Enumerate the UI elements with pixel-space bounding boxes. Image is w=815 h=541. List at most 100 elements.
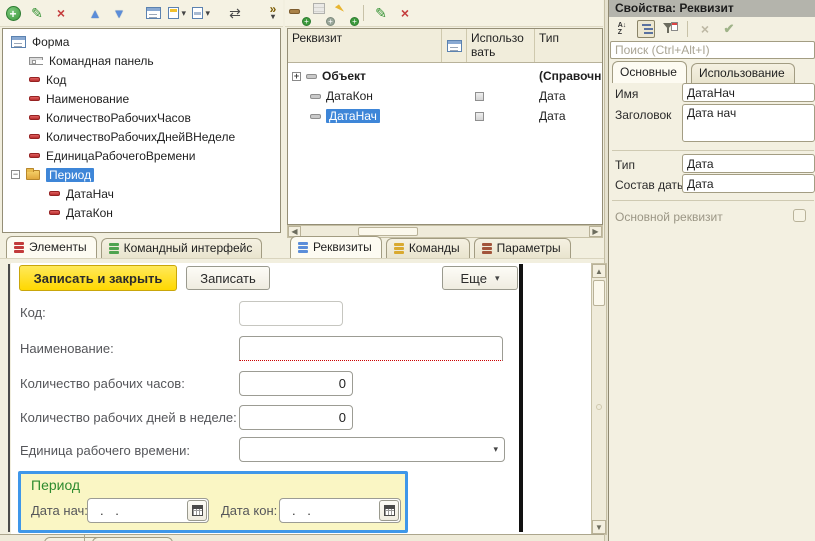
calendar-icon: [192, 505, 203, 516]
edit-icon[interactable]: ✎: [28, 3, 46, 23]
object-icon: [306, 74, 317, 79]
scroll-down-icon[interactable]: ▼: [592, 520, 606, 534]
tree-item-period[interactable]: − Период: [3, 165, 280, 184]
folder-icon: [26, 170, 40, 180]
column-header-attribute: Реквизит: [288, 29, 442, 62]
tree-item-datanach[interactable]: ДатаНач: [3, 184, 280, 203]
save-button[interactable]: Записать: [186, 266, 270, 290]
field-icon: [29, 115, 40, 120]
name-input[interactable]: [239, 336, 503, 361]
commands-stack-icon: [394, 242, 404, 255]
add-attribute-icon[interactable]: +: [289, 3, 307, 23]
period-group-title: Период: [31, 477, 80, 493]
move-down-icon[interactable]: ▼: [110, 3, 128, 23]
preview-form-icon[interactable]: ▾: [168, 3, 186, 23]
move-up-icon[interactable]: ▲: [86, 3, 104, 23]
command-interface-stack-icon: [109, 242, 119, 255]
scroll-up-icon[interactable]: ▲: [592, 264, 606, 278]
column-header-form-icon: [442, 29, 467, 62]
attribute-name: Объект: [322, 69, 366, 83]
unit-combobox[interactable]: ▾: [239, 437, 505, 462]
add-object-attribute-icon[interactable]: +: [337, 3, 355, 23]
tab-modul[interactable]: Модуль: [92, 537, 173, 541]
expand-icon[interactable]: +: [292, 72, 301, 81]
tree-item-datakon[interactable]: ДатаКон: [3, 203, 280, 222]
use-checkbox[interactable]: [475, 92, 484, 101]
field-icon: [29, 77, 40, 82]
tree-item-form[interactable]: Форма: [3, 32, 280, 51]
tree-item-label: ЕдиницаРабочегоВремени: [46, 149, 195, 163]
date-start-calendar-button[interactable]: [187, 500, 207, 521]
tree-item-command-bar[interactable]: Командная панель: [3, 51, 280, 70]
title-property-input[interactable]: Дата нач: [682, 104, 815, 142]
toolbar-separator: [687, 21, 688, 37]
check-elements-icon[interactable]: [144, 3, 162, 23]
add-tabular-section-icon[interactable]: +: [313, 3, 331, 23]
tab-label: Основные: [620, 65, 677, 79]
tab-ispolzovanie[interactable]: Использование: [691, 63, 795, 83]
use-checkbox[interactable]: [475, 112, 484, 121]
tree-item-naimenovanie[interactable]: Наименование: [3, 89, 280, 108]
days-input[interactable]: 0: [239, 405, 353, 430]
collapse-icon[interactable]: −: [11, 170, 20, 179]
tab-komandny-interfeys[interactable]: Командный интерфейс: [101, 238, 263, 258]
column-header-type: Тип: [535, 29, 602, 62]
more-icon[interactable]: »▾: [264, 3, 282, 23]
table-row-datakon[interactable]: ДатаКон Дата: [288, 86, 602, 106]
tab-osnovnye[interactable]: Основные: [612, 61, 687, 83]
swap-order-icon[interactable]: ⇄: [226, 3, 244, 23]
more-button[interactable]: Еще▾: [442, 266, 518, 290]
group-by-category-icon[interactable]: [637, 20, 655, 38]
form-left-edge-handle[interactable]: [8, 264, 10, 532]
tree-item-kolichestvo-chasov[interactable]: КоличествоРабочихЧасов: [3, 108, 280, 127]
type-property-input[interactable]: Дата: [682, 154, 815, 173]
save-label: Записать: [200, 271, 256, 286]
sort-alphabetical-icon[interactable]: A↓Z: [613, 19, 631, 39]
vscroll-thumb[interactable]: [593, 280, 605, 306]
scroll-right-icon[interactable]: ▶: [589, 226, 602, 237]
search-input[interactable]: [610, 41, 815, 59]
tab-komandy[interactable]: Команды: [386, 238, 470, 258]
delete-icon[interactable]: ×: [52, 3, 70, 23]
tree-item-label: КоличествоРабочихЧасов: [46, 111, 191, 125]
cancel-icon[interactable]: ×: [696, 19, 714, 39]
name-property-label: Имя: [615, 87, 638, 101]
main-attribute-checkbox[interactable]: [793, 209, 806, 222]
date-parts-property-label: Состав даты: [615, 178, 686, 192]
date-end-calendar-button[interactable]: [379, 500, 399, 521]
tab-parametry[interactable]: Параметры: [474, 238, 571, 258]
save-close-button[interactable]: Записать и закрыть: [19, 265, 177, 291]
tab-rekvizity[interactable]: Реквизиты: [290, 236, 382, 258]
tab-label: Реквизиты: [313, 240, 372, 254]
tree-item-kolichestvo-dnei[interactable]: КоличествоРабочихДнейВНеделе: [3, 127, 280, 146]
tab-divider: [84, 535, 85, 541]
date-parts-property-input[interactable]: Дата: [682, 174, 815, 193]
tab-elementy[interactable]: Элементы: [6, 236, 97, 258]
code-input[interactable]: [239, 301, 343, 326]
form-vscrollbar[interactable]: ▲ ▼: [591, 263, 607, 535]
table-row-obyekt[interactable]: +Объект (Справочни: [288, 66, 602, 86]
tree-item-edinitsa[interactable]: ЕдиницаРабочегоВремени: [3, 146, 280, 165]
attribute-name: ДатаКон: [326, 89, 373, 103]
tree-item-label: Форма: [32, 35, 69, 49]
toolbar-separator: [363, 5, 364, 21]
form-width-handle[interactable]: [519, 264, 523, 532]
hours-input[interactable]: 0: [239, 371, 353, 396]
add-icon[interactable]: +: [4, 3, 22, 23]
edit-icon[interactable]: ✎: [372, 3, 390, 23]
form-canvas: Записать и закрыть Записать Еще▾ Код: На…: [11, 263, 591, 534]
attributes-panel-tabs: Реквизиты Команды Параметры: [290, 236, 571, 258]
delete-icon[interactable]: ×: [396, 3, 414, 23]
name-property-input[interactable]: ДатаНач: [682, 83, 815, 102]
filter-important-icon[interactable]: [661, 19, 679, 39]
column-header-use: Использовать: [467, 29, 535, 62]
date-start-label: Дата нач:: [31, 503, 88, 518]
tree-item-kod[interactable]: Код: [3, 70, 280, 89]
field-icon: [29, 153, 40, 158]
tree-item-label-selected: Период: [46, 168, 94, 182]
layout-mode-icon[interactable]: ▾: [192, 3, 210, 23]
table-row-datanach[interactable]: ДатаНач Дата: [288, 106, 602, 126]
hscroll-thumb[interactable]: [358, 227, 418, 236]
apply-icon[interactable]: ✔: [720, 19, 738, 39]
attribute-type: Дата: [535, 106, 602, 126]
